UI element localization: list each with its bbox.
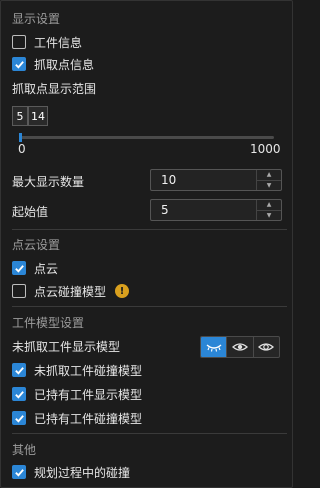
check-icon — [14, 264, 24, 273]
workpiece-info-checkbox-row[interactable]: 工件信息 — [12, 33, 82, 51]
range-slider-handle[interactable] — [19, 133, 22, 142]
pointcloud-collision-checkbox[interactable] — [12, 284, 26, 298]
display-settings-title: 显示设置 — [12, 12, 61, 26]
held-collision-checkbox-row[interactable]: 已持有工件碰撞模型 — [12, 409, 142, 427]
pointcloud-settings-title: 点云设置 — [12, 238, 61, 252]
slider-min-label: 0 — [18, 142, 26, 156]
check-icon — [14, 366, 24, 375]
held-collision-label: 已持有工件碰撞模型 — [34, 411, 143, 426]
increment-icon[interactable]: ▲ — [257, 200, 281, 211]
held-display-checkbox-row[interactable]: 已持有工件显示模型 — [12, 385, 142, 403]
workpiece-info-checkbox[interactable] — [12, 35, 26, 49]
range-slider-track[interactable] — [19, 133, 274, 142]
planning-collision-checkbox-row[interactable]: 规划过程中的碰撞 — [12, 463, 130, 481]
eye-open-button[interactable] — [227, 337, 254, 357]
pick-range-label: 抓取点显示范围 — [12, 82, 97, 96]
workpiece-info-label: 工件信息 — [34, 35, 83, 50]
range-to-field[interactable]: 14 — [28, 106, 48, 126]
planning-collision-label: 规划过程中的碰撞 — [34, 465, 131, 480]
max-count-stepper[interactable]: ▲ ▼ — [256, 170, 281, 190]
max-count-value: 10 — [161, 173, 177, 187]
decrement-icon[interactable]: ▼ — [257, 211, 281, 221]
held-collision-checkbox[interactable] — [12, 411, 26, 425]
check-icon — [14, 390, 24, 399]
unpicked-collision-checkbox-row[interactable]: 未抓取工件碰撞模型 — [12, 361, 142, 379]
check-icon — [14, 414, 24, 423]
check-icon — [14, 60, 24, 69]
unpicked-collision-label: 未抓取工件碰撞模型 — [34, 363, 143, 378]
eye-outline-button[interactable] — [254, 337, 279, 357]
start-value-spinbox[interactable]: 5 ▲ ▼ — [150, 199, 282, 221]
eye-open-icon — [231, 343, 248, 351]
planning-collision-checkbox[interactable] — [12, 465, 26, 479]
pointcloud-checkbox[interactable] — [12, 261, 26, 275]
divider — [12, 433, 287, 434]
pointcloud-checkbox-row[interactable]: 点云 — [12, 259, 58, 277]
divider — [12, 306, 287, 307]
unpicked-display-model-label: 未抓取工件显示模型 — [12, 340, 121, 354]
eye-closed-icon — [206, 344, 222, 352]
max-count-label: 最大显示数量 — [12, 175, 85, 189]
display-mode-toggle[interactable] — [200, 336, 280, 358]
unpicked-collision-checkbox[interactable] — [12, 363, 26, 377]
pick-point-info-checkbox-row[interactable]: 抓取点信息 — [12, 55, 94, 73]
eye-outline-icon — [258, 343, 275, 351]
pick-point-info-checkbox[interactable] — [12, 57, 26, 71]
pointcloud-collision-label: 点云碰撞模型 — [34, 284, 107, 299]
held-display-label: 已持有工件显示模型 — [34, 387, 143, 402]
settings-panel: 显示设置 工件信息 抓取点信息 抓取点显示范围 5 14 0 1000 最大显示… — [0, 0, 293, 488]
divider — [12, 229, 287, 230]
other-settings-title: 其他 — [12, 443, 37, 457]
increment-icon[interactable]: ▲ — [257, 170, 281, 181]
held-display-checkbox[interactable] — [12, 387, 26, 401]
check-icon — [14, 468, 24, 477]
start-value-stepper[interactable]: ▲ ▼ — [256, 200, 281, 220]
start-value-label: 起始值 — [12, 205, 49, 219]
workpiece-model-settings-title: 工件模型设置 — [12, 316, 85, 330]
max-count-spinbox[interactable]: 10 ▲ ▼ — [150, 169, 282, 191]
pointcloud-collision-checkbox-row[interactable]: 点云碰撞模型 ! — [12, 282, 130, 300]
decrement-icon[interactable]: ▼ — [257, 181, 281, 191]
slider-max-label: 1000 — [250, 142, 281, 156]
range-from-field[interactable]: 5 — [12, 106, 28, 126]
warning-icon[interactable]: ! — [115, 284, 130, 298]
pointcloud-label: 点云 — [34, 261, 59, 276]
pick-point-info-label: 抓取点信息 — [34, 57, 95, 72]
eye-closed-button[interactable] — [201, 337, 228, 357]
start-value-value: 5 — [161, 203, 169, 217]
